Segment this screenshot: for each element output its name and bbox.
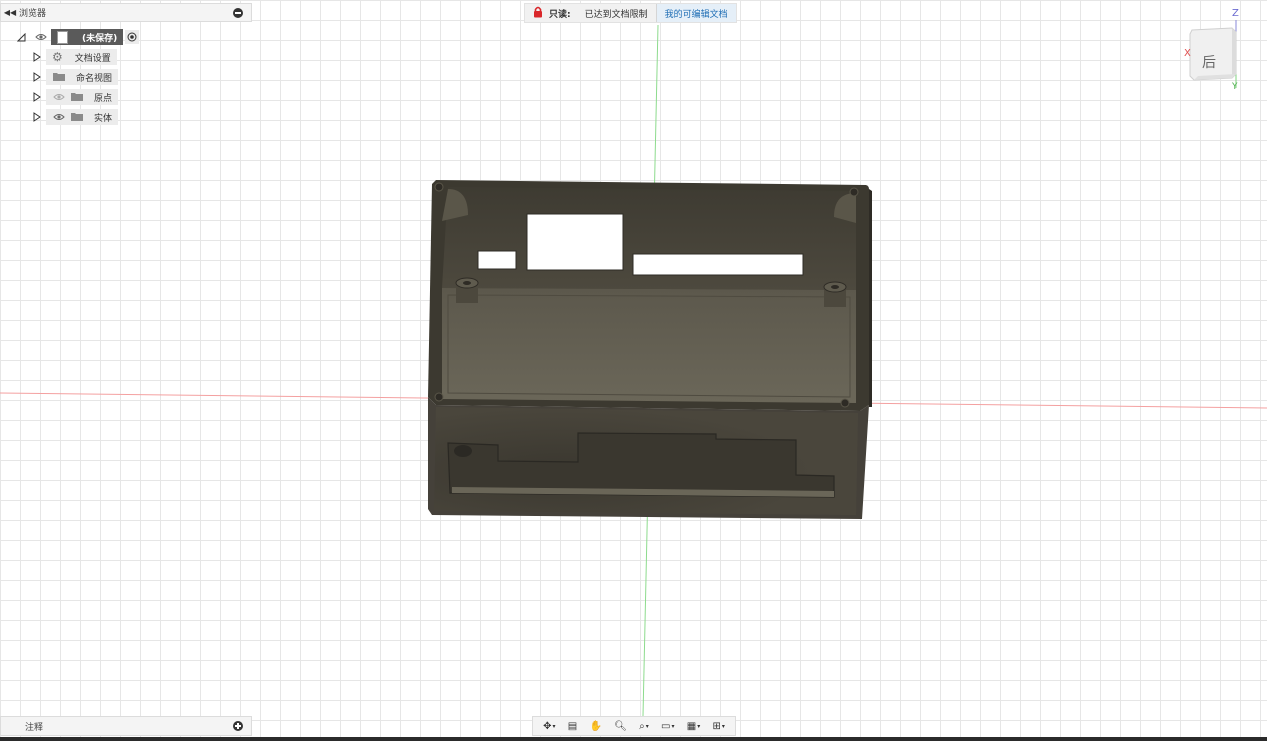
notes-panel-header: 注释: [0, 716, 252, 736]
folder-icon: [70, 112, 84, 122]
viewcube-axis-y: Y: [1232, 82, 1238, 92]
notes-expand-button[interactable]: [233, 721, 243, 731]
tree-item-document-settings[interactable]: ⚙ 文档设置: [32, 48, 117, 66]
fit-icon[interactable]: ⌕ ▾: [639, 721, 649, 732]
tree-item-box[interactable]: 实体: [46, 109, 119, 125]
folder-icon: [70, 92, 84, 102]
display-settings-icon[interactable]: ▭ ▾: [661, 721, 674, 732]
tree-item-named-views[interactable]: 命名视图: [32, 68, 119, 86]
tree-item-label: 实体: [94, 113, 113, 124]
collapsed-triangle-icon[interactable]: [32, 71, 42, 83]
activate-radio-icon[interactable]: [125, 30, 140, 44]
look-at-icon[interactable]: ▤: [568, 721, 577, 732]
collapsed-triangle-icon[interactable]: [32, 111, 42, 123]
eye-icon[interactable]: [34, 32, 48, 42]
root-label: (未保存): [82, 33, 118, 44]
collapsed-triangle-icon[interactable]: [32, 51, 42, 63]
pan-icon[interactable]: ✋: [589, 721, 601, 732]
enclosure-model[interactable]: [420, 175, 880, 525]
zoom-icon[interactable]: 🔍︎: [614, 721, 627, 732]
tree-item-box[interactable]: ⚙ 文档设置: [46, 49, 117, 65]
browser-panel-header: ◀◀ 浏览器: [0, 3, 252, 22]
my-editable-documents-link[interactable]: 我的可编辑文档: [655, 4, 736, 22]
viewcube-face-back[interactable]: 后: [1202, 52, 1216, 72]
collapsed-triangle-icon[interactable]: [32, 91, 42, 103]
lock-icon: [533, 6, 543, 21]
eye-icon[interactable]: [52, 112, 66, 122]
readonly-status: 只读: 已达到文档限制: [525, 4, 656, 22]
notes-label: 注释: [25, 722, 44, 733]
viewcube-axis-x: X: [1184, 48, 1191, 59]
folder-icon: [52, 72, 66, 82]
readonly-message: 已达到文档限制: [584, 9, 648, 20]
viewports-icon[interactable]: ⊞ ▾: [712, 721, 724, 732]
tree-item-label: 原点: [94, 93, 113, 104]
double-chevron-left-icon[interactable]: ◀◀: [1, 8, 19, 17]
eye-hidden-icon[interactable]: [52, 92, 66, 102]
grid-icon[interactable]: ▦ ▾: [687, 721, 700, 732]
viewcube-axis-z: Z: [1232, 8, 1239, 19]
tree-item-box[interactable]: 原点: [46, 89, 119, 105]
browser-title: 浏览器: [19, 9, 47, 19]
orbit-icon[interactable]: ✥ ▾: [543, 721, 555, 732]
navigation-toolbar: ✥ ▾ ▤ ✋ 🔍︎ ⌕ ▾ ▭ ▾ ▦ ▾ ⊞ ▾: [532, 716, 736, 736]
tree-item-label: 命名视图: [76, 73, 113, 84]
bottom-status-strip: [0, 737, 1267, 741]
expanded-triangle-icon[interactable]: [16, 31, 26, 43]
tree-item-bodies[interactable]: 实体: [32, 108, 119, 126]
gear-icon: ⚙: [52, 50, 63, 64]
tree-item-origin[interactable]: 原点: [32, 88, 119, 106]
view-cube[interactable]: Z X Y 后: [1180, 8, 1250, 98]
browser-minimize-button[interactable]: [233, 7, 243, 18]
readonly-banner: 只读: 已达到文档限制 我的可编辑文档: [524, 3, 737, 23]
tree-item-label: 文档设置: [74, 53, 111, 64]
tree-root-row[interactable]: (未保存): [16, 28, 140, 46]
root-label-box[interactable]: (未保存): [51, 29, 124, 45]
document-icon: [57, 30, 68, 44]
tree-item-box[interactable]: 命名视图: [46, 69, 119, 85]
readonly-prefix: 只读:: [549, 9, 571, 20]
